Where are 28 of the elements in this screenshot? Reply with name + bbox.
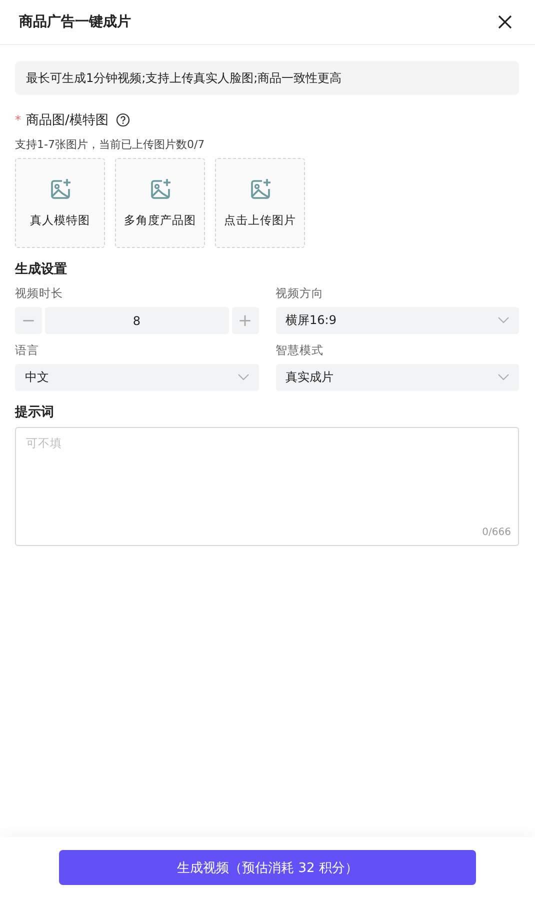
select-field[interactable]: 中文: [15, 364, 258, 391]
field-label: 视频方向: [276, 286, 324, 301]
upload-hint: 支持1-7张图片，当前已上传图片数0/7: [15, 137, 206, 152]
upload-tile[interactable]: 真人模特图: [15, 158, 105, 248]
section-title: 提示词: [15, 404, 55, 421]
number-field[interactable]: 8: [45, 307, 228, 334]
help-icon[interactable]: [116, 113, 130, 127]
dialog-title: 商品广告一键成片: [19, 13, 131, 31]
field-label: 智慧模式: [276, 343, 324, 358]
select-field[interactable]: 真实成片: [276, 364, 519, 391]
field-label: 语言: [15, 343, 40, 358]
field-label: 视频时长: [15, 286, 64, 301]
section-label: 商品图/模特图: [26, 112, 108, 129]
close-icon[interactable]: [498, 15, 512, 29]
image-add-icon: [48, 178, 72, 201]
chevron-down-icon: [498, 374, 509, 381]
upload-tile[interactable]: 点击上传图片: [215, 158, 305, 248]
character-counter: 0/666: [482, 527, 511, 538]
image-add-icon: [248, 178, 272, 201]
chevron-down-icon: [498, 317, 509, 324]
section-title: 生成设置: [15, 261, 68, 278]
notice-banner: 最长可生成1分钟视频;支持上传真实人脸图;商品一致性更高: [15, 61, 519, 95]
select-field[interactable]: 横屏16:9: [276, 307, 519, 334]
required-mark: *: [15, 113, 21, 127]
image-add-icon: [148, 178, 172, 201]
generate-button[interactable]: 生成视频（预估消耗 32 积分）: [59, 850, 476, 885]
chevron-down-icon: [238, 374, 248, 381]
upload-tile[interactable]: 多角度产品图: [115, 158, 205, 248]
